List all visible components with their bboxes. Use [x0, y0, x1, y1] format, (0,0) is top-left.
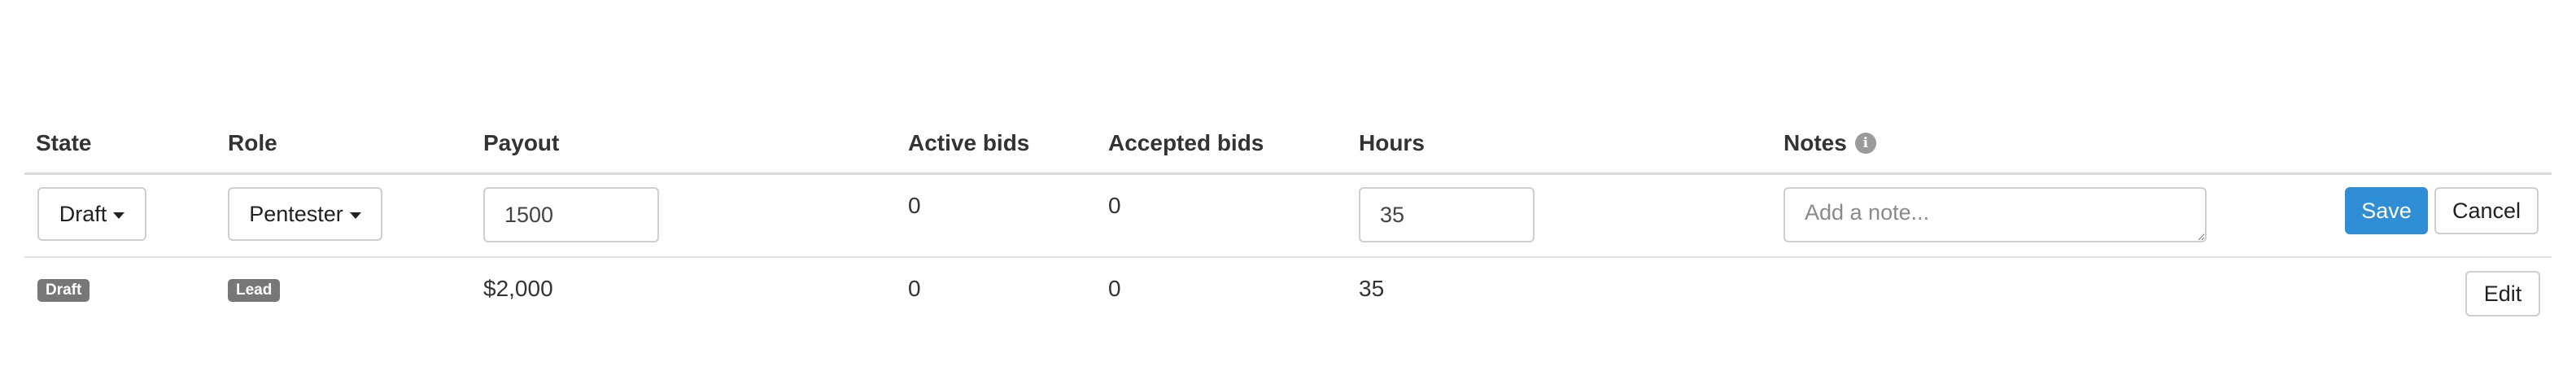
accepted-bids-value: 0: [1108, 276, 1121, 301]
header-hours: Hours: [1359, 130, 1425, 155]
role-select[interactable]: Pentester: [228, 187, 382, 241]
info-icon[interactable]: i: [1854, 133, 1876, 154]
hours-value: 35: [1359, 276, 1385, 301]
table-row: Draft Lead $2,000 0 0 35 Edit: [24, 258, 2552, 326]
header-role: Role: [228, 130, 277, 155]
state-select[interactable]: Draft: [37, 187, 146, 241]
header-active-bids: Active bids: [908, 130, 1030, 155]
state-badge: Draft: [37, 279, 90, 302]
notes-textarea[interactable]: [1784, 187, 2207, 242]
active-bids-value: 0: [908, 276, 921, 301]
staffing-table: State Role Payout Active bids Accepted b…: [24, 122, 2552, 326]
accepted-bids-value: 0: [1108, 193, 1121, 218]
header-payout: Payout: [483, 130, 560, 155]
edit-button[interactable]: Edit: [2465, 271, 2540, 316]
cancel-button[interactable]: Cancel: [2434, 187, 2539, 234]
header-notes-label: Notes: [1784, 130, 1847, 155]
caret-down-icon: [113, 212, 125, 219]
caret-down-icon: [349, 212, 361, 219]
table-header-row: State Role Payout Active bids Accepted b…: [24, 122, 2552, 175]
header-notes: Notes i: [1784, 130, 1876, 156]
save-button[interactable]: Save: [2345, 187, 2428, 234]
table-row-editing: Draft Pentester 0 0 Save Cancel: [24, 175, 2552, 258]
header-accepted-bids: Accepted bids: [1108, 130, 1264, 155]
state-select-value: Draft: [59, 201, 107, 226]
header-state: State: [36, 130, 92, 155]
payout-input[interactable]: [483, 187, 659, 242]
hours-input[interactable]: [1359, 187, 1535, 242]
role-select-value: Pentester: [249, 201, 343, 226]
role-badge: Lead: [228, 279, 281, 302]
payout-value: $2,000: [483, 276, 553, 301]
active-bids-value: 0: [908, 193, 921, 218]
